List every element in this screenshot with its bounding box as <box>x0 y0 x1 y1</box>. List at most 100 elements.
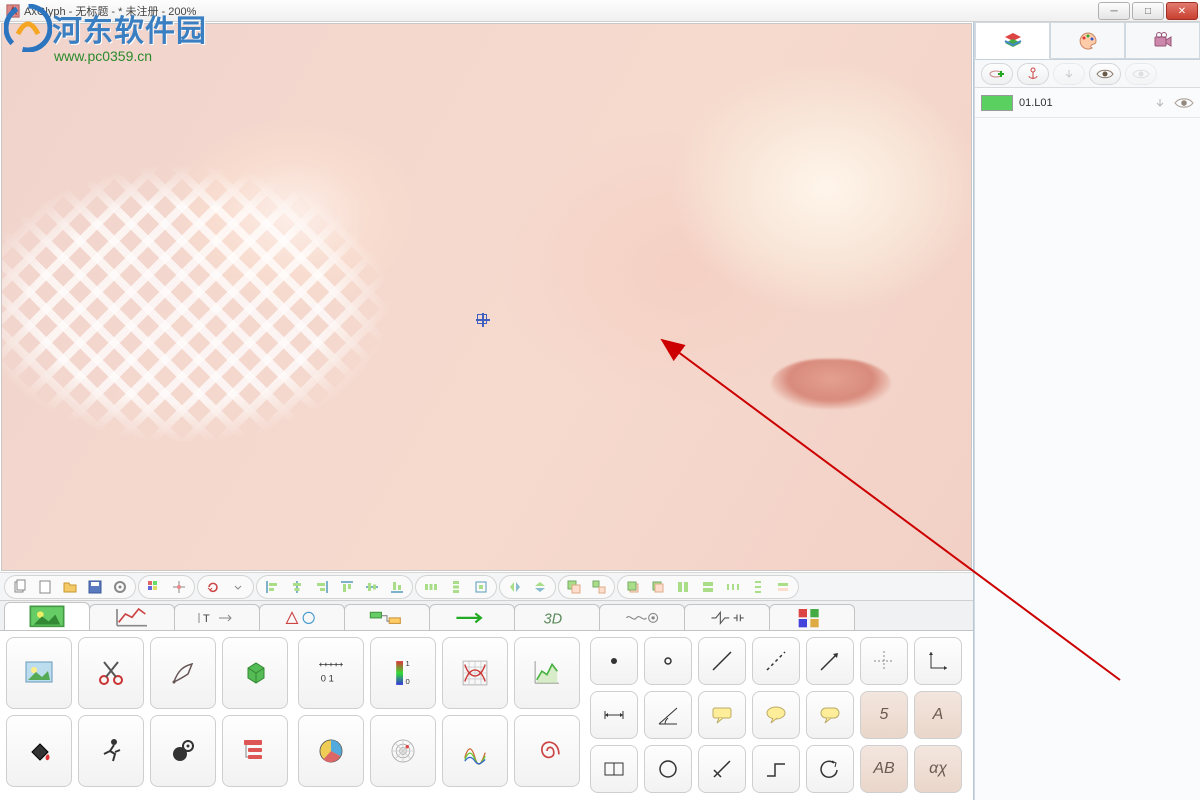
snap-button[interactable] <box>168 577 190 597</box>
panel-tab-layers[interactable] <box>975 22 1050 59</box>
align-bottom-button[interactable] <box>386 577 408 597</box>
shape-line[interactable] <box>698 637 746 685</box>
tab-3d[interactable]: 3D <box>514 604 600 630</box>
tool-pen[interactable] <box>150 637 216 709</box>
shape-callout-rect[interactable] <box>698 691 746 739</box>
shape-arrow-line[interactable] <box>806 637 854 685</box>
dist-v-button[interactable] <box>445 577 467 597</box>
tool-line-chart[interactable] <box>514 637 580 709</box>
shape-dimension[interactable] <box>590 691 638 739</box>
layer-color-swatch[interactable] <box>981 95 1013 111</box>
align-center-h-button[interactable] <box>286 577 308 597</box>
shape-number-badge[interactable]: 5 <box>860 691 908 739</box>
layer-name: 01.L01 <box>1019 97 1053 109</box>
tool-colorbar[interactable]: 10 <box>370 637 436 709</box>
layers-icon <box>1002 30 1024 52</box>
tab-arrow[interactable] <box>429 604 515 630</box>
ungroup-button[interactable] <box>588 577 610 597</box>
shape-angle[interactable] <box>644 691 692 739</box>
add-layer-button[interactable] <box>981 63 1013 85</box>
tool-paint-bucket[interactable] <box>6 715 72 787</box>
shape-circle-small[interactable] <box>644 637 692 685</box>
tool-running-figure[interactable] <box>78 715 144 787</box>
same-size-button[interactable] <box>772 577 794 597</box>
group-button[interactable] <box>563 577 585 597</box>
close-button[interactable]: ✕ <box>1166 2 1198 20</box>
shape-textbox[interactable] <box>590 745 638 793</box>
palette-area: 0 1 10 <box>0 630 973 800</box>
app-icon <box>6 4 20 18</box>
align-right-button[interactable] <box>311 577 333 597</box>
shape-corner-axis[interactable] <box>914 637 962 685</box>
tab-flow[interactable] <box>344 604 430 630</box>
tool-hierarchy[interactable] <box>222 715 288 787</box>
center-canvas-button[interactable] <box>470 577 492 597</box>
panel-tab-palette[interactable] <box>1050 22 1125 59</box>
tool-3d-cube[interactable] <box>222 637 288 709</box>
tab-text[interactable]: T <box>174 604 260 630</box>
send-back-button[interactable] <box>647 577 669 597</box>
same-height-button[interactable] <box>697 577 719 597</box>
tool-spiral[interactable] <box>514 715 580 787</box>
tab-color[interactable] <box>769 604 855 630</box>
same-width-button[interactable] <box>672 577 694 597</box>
shape-letter-badge[interactable]: A <box>914 691 962 739</box>
open-button[interactable] <box>59 577 81 597</box>
tool-insert-image[interactable] <box>6 637 72 709</box>
shape-crosshair[interactable] <box>860 637 908 685</box>
shape-arc-ccw[interactable] <box>806 745 854 793</box>
order-group <box>617 575 799 599</box>
tool-radar-chart[interactable] <box>370 715 436 787</box>
settings-button[interactable] <box>109 577 131 597</box>
canvas-area[interactable] <box>1 23 972 571</box>
tool-scissors[interactable] <box>78 637 144 709</box>
tab-shape[interactable] <box>259 604 345 630</box>
rotate-dropdown[interactable] <box>227 577 249 597</box>
palette-group-2: 0 1 10 <box>298 637 580 794</box>
new-button[interactable] <box>34 577 56 597</box>
tab-image[interactable] <box>4 602 90 630</box>
shape-callout-round[interactable] <box>752 691 800 739</box>
copy-button[interactable] <box>9 577 31 597</box>
shape-callout-round2[interactable] <box>806 691 854 739</box>
shape-diag-cross[interactable] <box>698 745 746 793</box>
tool-pie-chart[interactable] <box>298 715 364 787</box>
align-left-button[interactable] <box>261 577 283 597</box>
minimize-button[interactable]: ─ <box>1098 2 1130 20</box>
shape-step[interactable] <box>752 745 800 793</box>
down-icon <box>1062 67 1076 81</box>
layer-item[interactable]: 01.L01 <box>975 88 1200 118</box>
tool-axis-01[interactable]: 0 1 <box>298 637 364 709</box>
maximize-button[interactable]: □ <box>1132 2 1164 20</box>
titlebar: AxGlyph - 无标题 - * 未注册 - 200% ─ □ ✕ <box>0 0 1200 22</box>
shape-dot[interactable] <box>590 637 638 685</box>
save-button[interactable] <box>84 577 106 597</box>
space-h-button[interactable] <box>722 577 744 597</box>
visibility-button[interactable] <box>1089 63 1121 85</box>
align-top-button[interactable] <box>336 577 358 597</box>
tab-chart[interactable] <box>89 604 175 630</box>
grid-button[interactable] <box>143 577 165 597</box>
anchor-layer-button[interactable] <box>1017 63 1049 85</box>
space-v-button[interactable] <box>747 577 769 597</box>
shape-text-ab[interactable]: AB <box>860 745 908 793</box>
flip-h-button[interactable] <box>504 577 526 597</box>
shape-circle[interactable] <box>644 745 692 793</box>
dist-h-button[interactable] <box>420 577 442 597</box>
shape-text-alpha[interactable]: αχ <box>914 745 962 793</box>
tool-surface-plot[interactable] <box>442 715 508 787</box>
layer-eye-icon[interactable] <box>1174 96 1194 110</box>
layer-down-icon[interactable] <box>1152 96 1168 110</box>
rotate-button[interactable] <box>202 577 224 597</box>
tool-thought-gear[interactable] <box>150 715 216 787</box>
shape-dashed-line[interactable] <box>752 637 800 685</box>
align-middle-button[interactable] <box>361 577 383 597</box>
arrow-tab-icon <box>452 609 492 627</box>
panel-tab-animation[interactable] <box>1125 22 1200 59</box>
tool-grid-plot[interactable] <box>442 637 508 709</box>
canvas-image-detail-2 <box>771 359 891 409</box>
bring-front-button[interactable] <box>622 577 644 597</box>
flip-v-button[interactable] <box>529 577 551 597</box>
tab-mech[interactable] <box>599 604 685 630</box>
tab-elec[interactable] <box>684 604 770 630</box>
